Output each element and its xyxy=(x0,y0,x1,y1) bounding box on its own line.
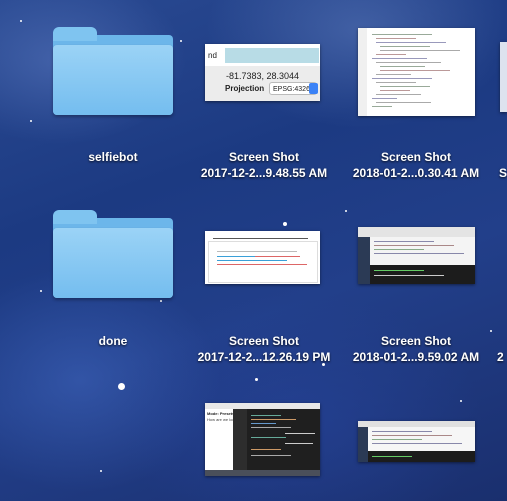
star xyxy=(490,330,492,332)
star xyxy=(30,120,32,122)
star xyxy=(460,400,462,402)
thumb-coords-text: -81.7383, 28.3044 xyxy=(226,71,300,81)
screenshot-thumbnail[interactable]: Mode: Presets How are we looking? xyxy=(205,403,320,476)
item-label: selfiebot xyxy=(88,150,138,164)
item-label-date: S xyxy=(499,166,507,180)
thumb-projection-label: Projection xyxy=(225,84,265,93)
item-label: Screen Shot xyxy=(228,334,300,348)
item-label-date: 2018-01-2...0.30.41 AM xyxy=(352,166,480,180)
thumb-text: nd xyxy=(208,51,217,60)
screenshot-thumbnail[interactable]: nd -81.7383, 28.3044 Projection EPSG:432… xyxy=(205,44,320,101)
thumb-text: Mode: Presets xyxy=(207,411,235,416)
star xyxy=(100,470,102,472)
star xyxy=(40,290,42,292)
item-label-date: 2017-12-2...12.26.19 PM xyxy=(197,350,331,364)
item-label: done xyxy=(98,334,128,348)
star xyxy=(255,378,258,381)
star xyxy=(180,40,182,42)
star xyxy=(160,300,162,302)
screenshot-thumbnail[interactable] xyxy=(358,421,475,462)
screenshot-thumbnail[interactable] xyxy=(358,28,475,116)
item-label-date: 2018-01-2...9.59.02 AM xyxy=(352,350,480,364)
star xyxy=(118,383,125,390)
select-arrow-icon xyxy=(309,83,318,94)
item-label: Screen Shot xyxy=(228,150,300,164)
item-label-date: 2 xyxy=(497,350,504,364)
screenshot-thumbnail[interactable] xyxy=(500,42,507,112)
folder-icon[interactable] xyxy=(53,27,173,115)
screenshot-thumbnail[interactable] xyxy=(205,231,320,284)
screenshot-thumbnail[interactable] xyxy=(358,227,475,284)
star xyxy=(345,210,347,212)
star xyxy=(283,222,287,226)
item-label-date: 2017-12-2...9.48.55 AM xyxy=(200,166,328,180)
star xyxy=(20,20,22,22)
folder-icon[interactable] xyxy=(53,210,173,298)
item-label: Screen Shot xyxy=(380,150,452,164)
item-label: Screen Shot xyxy=(380,334,452,348)
